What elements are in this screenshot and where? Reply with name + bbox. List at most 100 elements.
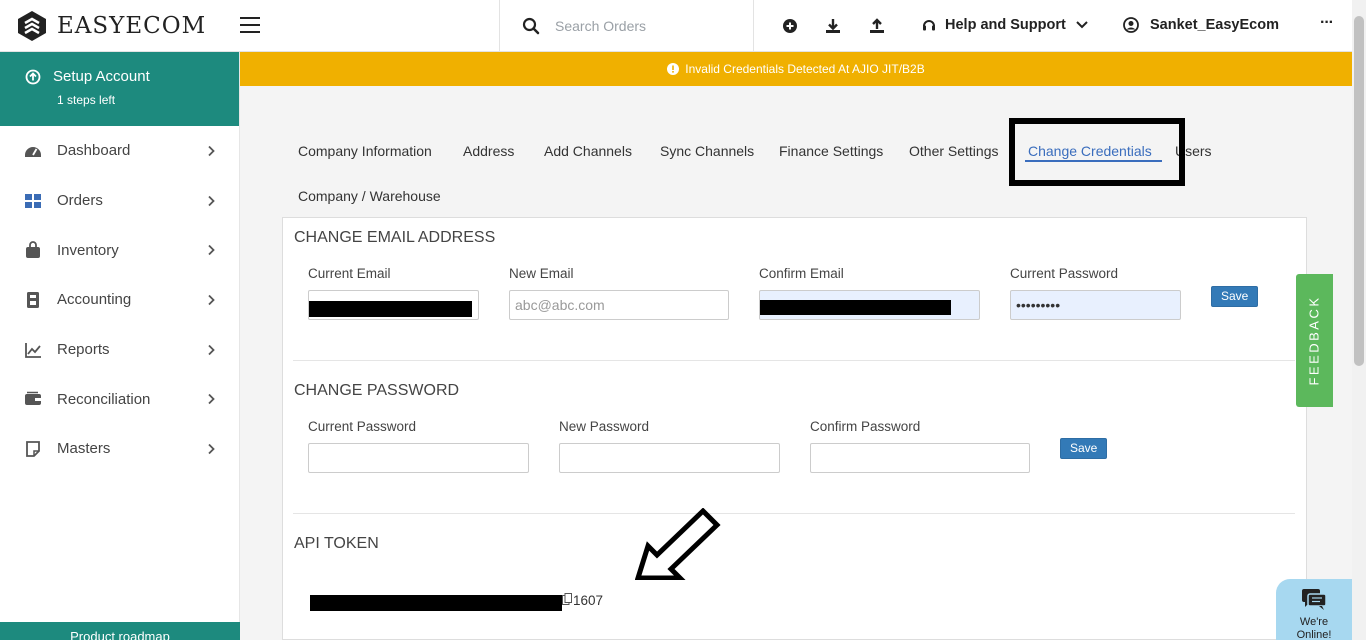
sidebar-item-label: Orders [57,192,103,210]
tab-address[interactable]: Address [463,143,514,159]
chevron-right-icon [208,195,215,206]
sidebar-nav: Dashboard Orders Inventory Accounting Re… [0,126,239,474]
setup-account-card[interactable]: Setup Account 1 steps left [0,52,239,126]
api-token-title: API TOKEN [294,535,379,552]
search-input[interactable] [555,18,735,34]
redaction-bar [309,301,472,317]
current-password-input[interactable] [308,443,529,473]
accounting-icon [27,291,39,308]
user-menu[interactable]: Sanket_EasyEcom [1123,17,1279,33]
masters-icon [26,441,40,457]
current-password-label: Current Password [308,419,417,434]
alert-banner-text: Invalid Credentials Detected At AJIO JIT… [685,62,925,76]
tab-other-settings[interactable]: Other Settings [909,143,999,159]
change-email-title: CHANGE EMAIL ADDRESS [294,229,496,246]
tab-add-channels[interactable]: Add Channels [544,143,632,159]
current-password-label: Current Password [1010,266,1119,281]
copy-icon[interactable] [562,593,572,605]
highlight-annotation-box [1009,118,1185,186]
arrow-annotation-icon [635,508,721,580]
current-email-label: Current Email [308,266,391,281]
new-email-field[interactable] [509,290,729,320]
sidebar-item-label: Reports [57,341,110,359]
new-password-label: New Password [559,419,650,434]
sidebar-item-label: Dashboard [57,142,131,160]
user-avatar-icon [1123,17,1139,33]
tab-sync-channels[interactable]: Sync Channels [660,143,754,159]
setup-title: Setup Account [53,68,150,85]
easyecom-logo-icon [18,11,46,41]
chevron-down-icon [1076,21,1088,29]
dashboard-icon [25,146,41,157]
chevron-right-icon [208,443,215,455]
sidebar-item-label: Masters [57,440,111,458]
setup-steps-left: 1 steps left [57,93,116,107]
menu-toggle-icon[interactable] [240,17,260,33]
redaction-bar [310,595,562,611]
confirm-email-label: Confirm Email [759,266,844,281]
tab-company-warehouse[interactable]: Company / Warehouse [298,188,441,204]
vertical-scrollbar[interactable] [1352,0,1366,640]
top-bar: EASYECOM Help and Support [0,0,1352,52]
sidebar-item-orders[interactable]: Orders [0,176,239,226]
sidebar-item-accounting[interactable]: Accounting [0,275,239,325]
sidebar-item-inventory[interactable]: Inventory [0,225,239,275]
chat-line-2: Online! [1296,629,1332,640]
sidebar-item-reconciliation[interactable]: Reconciliation [0,374,239,424]
sidebar-item-dashboard[interactable]: Dashboard [0,126,239,176]
credentials-panel: CHANGE EMAIL ADDRESS Current Email New E… [282,217,1307,640]
orders-icon [25,193,41,208]
chat-line-1: We're [1299,616,1329,628]
tab-company-information[interactable]: Company Information [298,143,432,159]
user-name: Sanket_EasyEcom [1150,17,1279,33]
search-box [499,0,754,52]
feedback-label: FEEDBACK [1307,295,1323,386]
confirm-password-input[interactable] [810,443,1030,473]
alert-banner: Invalid Credentials Detected At AJIO JIT… [240,52,1352,86]
logo[interactable]: EASYECOM [16,10,206,42]
chat-bubble-icon [1302,589,1327,610]
scrollbar-thumb[interactable] [1354,16,1364,366]
product-roadmap-button[interactable]: Product roadmap [0,622,240,640]
feedback-tab[interactable]: FEEDBACK [1296,274,1333,407]
new-email-label: New Email [509,266,574,281]
chevron-right-icon [208,145,215,156]
search-icon[interactable] [522,17,540,35]
headset-icon [923,20,935,31]
sidebar-item-label: Inventory [57,241,119,259]
sidebar-item-masters[interactable]: Masters [0,424,239,474]
section-divider [293,513,1295,514]
info-icon [667,63,680,75]
chevron-right-icon [208,245,215,256]
help-and-support-menu[interactable]: Help and Support [921,17,1096,33]
confirm-password-label: Confirm Password [810,419,921,434]
help-label: Help and Support [945,17,1066,33]
chat-widget[interactable]: We're Online! [1276,579,1352,640]
api-token-text: 1607 [573,593,604,608]
section-divider [293,360,1295,361]
reports-icon [25,342,41,358]
arrow-up-circle-icon [25,69,41,84]
download-icon[interactable] [824,17,842,35]
redaction-bar [760,300,951,315]
add-circle-icon[interactable] [781,17,799,35]
inventory-icon [26,241,40,259]
sidebar-item-reports[interactable]: Reports [0,325,239,375]
more-options-icon[interactable]: ··· [1320,14,1334,32]
chevron-right-icon [208,294,215,306]
reconciliation-icon [25,392,41,406]
change-password-title: CHANGE PASSWORD [294,382,460,399]
chevron-right-icon [208,344,215,355]
current-password-field[interactable] [1010,290,1181,320]
save-email-button[interactable]: Save [1211,286,1259,307]
main-content: Invalid Credentials Detected At AJIO JIT… [240,52,1352,640]
sidebar-item-label: Reconciliation [57,390,151,408]
upload-icon[interactable] [868,17,886,35]
sidebar: Setup Account 1 steps left Dashboard Ord… [0,52,240,640]
tab-finance-settings[interactable]: Finance Settings [779,143,883,159]
save-password-button[interactable]: Save [1060,438,1108,459]
logo-text: EASYECOM [57,13,207,39]
sidebar-item-label: Accounting [57,291,132,309]
new-password-input[interactable] [559,443,780,473]
chevron-right-icon [208,394,215,405]
